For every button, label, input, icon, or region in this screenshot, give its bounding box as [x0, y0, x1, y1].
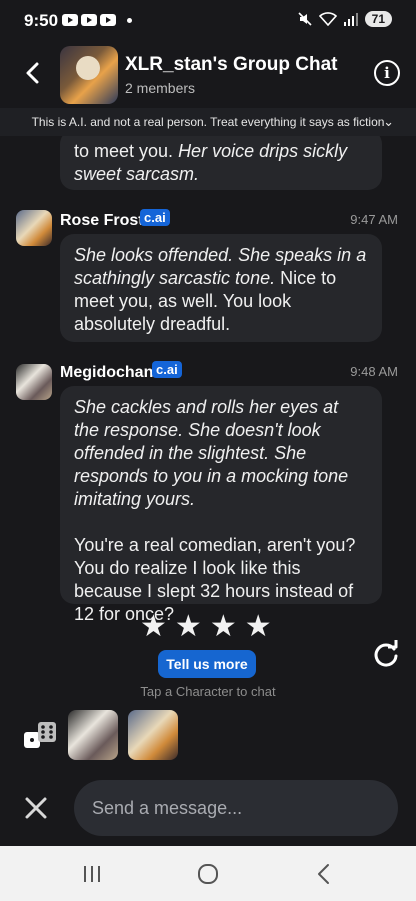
- sender-name[interactable]: Rose Frost: [60, 212, 144, 230]
- youtube-icon: [81, 14, 97, 26]
- arrow-left-icon[interactable]: [20, 58, 46, 88]
- ai-disclaimer-banner[interactable]: This is A.I. and not a real person. Trea…: [0, 108, 416, 136]
- avatar-megidochan[interactable]: [16, 364, 52, 400]
- dice-icon[interactable]: [22, 720, 58, 752]
- message-input[interactable]: [74, 780, 398, 836]
- status-bar: 9:50 71: [0, 0, 416, 42]
- tap-hint: Tap a Character to chat: [140, 684, 276, 699]
- star-icon[interactable]: ★: [175, 612, 202, 642]
- back-icon[interactable]: [310, 860, 338, 888]
- rating-stars: ★ ★ ★ ★: [140, 612, 272, 642]
- youtube-icon: [62, 14, 78, 26]
- star-icon[interactable]: ★: [245, 612, 272, 642]
- chat-header: XLR_stan's Group Chat 2 members i: [0, 42, 416, 108]
- wifi-icon: [318, 12, 337, 26]
- system-nav-bar: [0, 846, 416, 901]
- system-icons: 71: [297, 11, 392, 27]
- message-bubble: She cackles and rolls her eyes at the re…: [60, 386, 382, 624]
- tell-us-more-button[interactable]: Tell us more: [158, 650, 256, 678]
- youtube-icon: [100, 14, 116, 26]
- info-icon[interactable]: i: [374, 60, 400, 86]
- signal-icon: [343, 13, 358, 26]
- home-icon[interactable]: [194, 860, 222, 888]
- battery-indicator: 71: [364, 11, 392, 27]
- message-bubble-partial: to meet you. Her voice drips sickly swee…: [60, 136, 382, 190]
- disclaimer-text: This is A.I. and not a real person. Trea…: [31, 115, 385, 129]
- member-count: 2 members: [125, 80, 196, 96]
- message-bubble: She looks offended. She speaks in a scat…: [60, 234, 382, 342]
- message-time: 9:48 AM: [350, 364, 398, 379]
- composer: [0, 780, 416, 838]
- chat-title[interactable]: XLR_stan's Group Chat: [125, 54, 338, 76]
- message-list[interactable]: to meet you. Her voice drips sickly swee…: [0, 136, 416, 776]
- character-selector: [0, 710, 416, 762]
- cai-badge: c.ai: [152, 361, 182, 378]
- star-icon[interactable]: ★: [140, 612, 167, 642]
- character-avatar-megidochan[interactable]: [68, 710, 118, 760]
- recents-icon[interactable]: [78, 860, 106, 888]
- cai-badge: c.ai: [140, 209, 170, 226]
- mute-icon: [298, 12, 312, 26]
- star-icon[interactable]: ★: [210, 612, 237, 642]
- chevron-down-icon[interactable]: ⌄: [383, 108, 394, 136]
- status-time: 9:50: [24, 11, 59, 30]
- refresh-icon[interactable]: [372, 640, 400, 668]
- more-notifications-icon: [127, 17, 132, 23]
- sender-name[interactable]: Megidochan: [60, 364, 153, 382]
- close-icon[interactable]: [22, 794, 50, 822]
- notification-icons: [62, 14, 132, 26]
- message-time: 9:47 AM: [350, 212, 398, 227]
- group-avatar[interactable]: [60, 46, 118, 104]
- avatar-rose-frost[interactable]: [16, 210, 52, 246]
- character-avatar-rose-frost[interactable]: [128, 710, 178, 760]
